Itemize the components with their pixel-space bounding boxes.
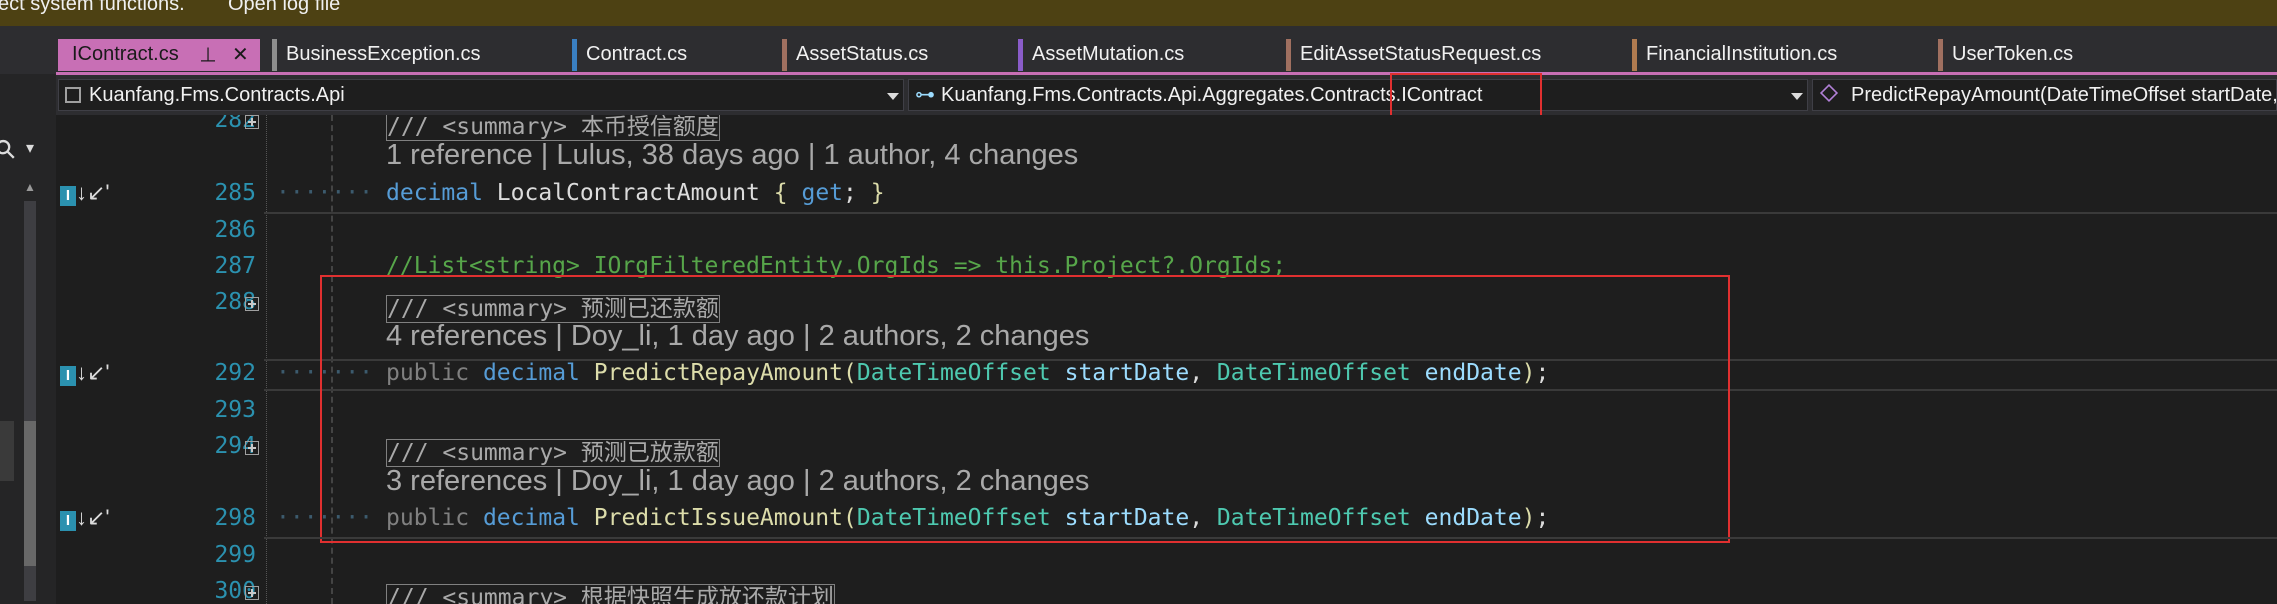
method-icon [1819,83,1839,103]
row-separator [264,212,2277,214]
line-number: 293 [214,397,256,423]
line-number: 294 [214,433,256,459]
tab-accent [1938,39,1943,71]
code-line: /// <summary> 预测已放款额 [386,439,720,467]
panel-item[interactable] [0,421,14,481]
code-line: /// <summary> 本币授信额度 [386,115,720,141]
close-icon[interactable]: ✕ [232,42,249,67]
tab-businessexception[interactable]: BusinessException.cs [272,39,562,71]
line-number: 287 [214,253,256,279]
search-icon[interactable]: ⚲ [0,132,23,167]
pin-icon[interactable]: ⊣ [195,46,220,63]
highlight-box-method [320,275,1730,543]
tab-label: AssetStatus.cs [796,43,929,65]
line-number: 285 [214,180,256,206]
tab-accent [782,39,787,71]
tab-label: AssetMutation.cs [1032,43,1185,65]
codelens[interactable]: 3 references | Doy_li, 1 day ago | 2 aut… [386,465,1089,498]
tab-label: FinancialInstitution.cs [1646,43,1838,65]
project-name: Kuanfang.Fms.Contracts.Api [89,84,345,106]
tab-assetstatus[interactable]: AssetStatus.cs [782,39,1008,71]
tab-assetmutation[interactable]: AssetMutation.cs [1018,39,1278,71]
margin-glyph[interactable]: I ↓↙' [60,360,110,386]
tab-label: IContract.cs [72,43,179,65]
tab-icontract[interactable]: IContract.cs ⊣ ✕ [58,39,260,71]
line-number: 286 [214,217,256,243]
tab-label: Contract.cs [586,43,688,65]
tab-accent [1018,39,1023,71]
tab-financialinstitution[interactable]: FinancialInstitution.cs [1632,39,1932,71]
line-number: 298 [214,505,256,531]
code-editor[interactable]: 282 /// <summary> 本币授信额度 1 reference | L… [56,115,2277,604]
left-tool-panel: ✕ ⚲ ▾ ▲ [0,26,56,604]
navigation-bar: Kuanfang.Fms.Contracts.Api ⊶ Kuanfang.Fm… [56,73,2277,119]
line-number: 299 [214,542,256,568]
line-number: 282 [214,115,256,133]
member-dropdown[interactable]: PredictRepayAmount(DateTimeOffset startD… [1812,79,2277,111]
expand-icon[interactable] [245,441,259,455]
expand-icon[interactable] [245,586,259,600]
expand-icon[interactable] [245,297,259,311]
tab-usertoken[interactable]: UserToken.cs [1938,39,2114,71]
interface-icon: ⊶ [915,84,935,106]
code-line: /// <summary> 根据快照生成放还款计划 [386,578,835,604]
codelens[interactable]: 1 reference | Lulus, 38 days ago | 1 aut… [386,139,1078,172]
chevron-down-icon[interactable]: ▾ [26,138,34,158]
tab-editassetstatusrequest[interactable]: EditAssetStatusRequest.cs [1286,39,1622,71]
margin-glyph[interactable]: I ↓↙' [60,180,110,206]
line-number: 300 [214,578,256,604]
type-dropdown[interactable]: ⊶ Kuanfang.Fms.Contracts.Api.Aggregates.… [908,79,1808,111]
tab-accent [1632,39,1637,71]
document-tab-bar: IContract.cs ⊣ ✕ BusinessException.cs Co… [0,26,2277,74]
code-line: public decimal PredictIssueAmount(DateTi… [386,505,1550,531]
chevron-down-icon [1791,93,1803,100]
highlight-box-type [1390,73,1542,119]
line-number: 288 [214,289,256,315]
chevron-down-icon [887,93,899,100]
project-icon [65,87,81,103]
line-number: 292 [214,360,256,386]
tab-accent [1286,39,1291,71]
info-bar: ect system functions. Open log file [0,0,2277,26]
tab-label: EditAssetStatusRequest.cs [1300,43,1542,65]
tab-label: UserToken.cs [1952,43,2074,65]
tab-accent [272,39,277,71]
scrollbar-thumb[interactable] [24,421,36,566]
tab-contract[interactable]: Contract.cs [572,39,772,71]
whitespace-dots: ······· [276,180,373,206]
open-log-file-link[interactable]: Open log file [228,0,340,16]
member-name: PredictRepayAmount(DateTimeOffset startD… [1851,84,2277,106]
margin-glyph[interactable]: I ↓↙' [60,505,110,531]
whitespace-dots: ······· [276,505,373,531]
scroll-up-icon[interactable]: ▲ [24,180,36,194]
tab-label: BusinessException.cs [286,43,481,65]
expand-icon[interactable] [245,115,259,129]
project-dropdown[interactable]: Kuanfang.Fms.Contracts.Api [58,79,904,111]
row-separator [264,537,2277,539]
tab-accent [572,39,577,71]
code-line: decimal LocalContractAmount { get; } [386,180,885,206]
info-bar-text: ect system functions. [0,0,185,15]
